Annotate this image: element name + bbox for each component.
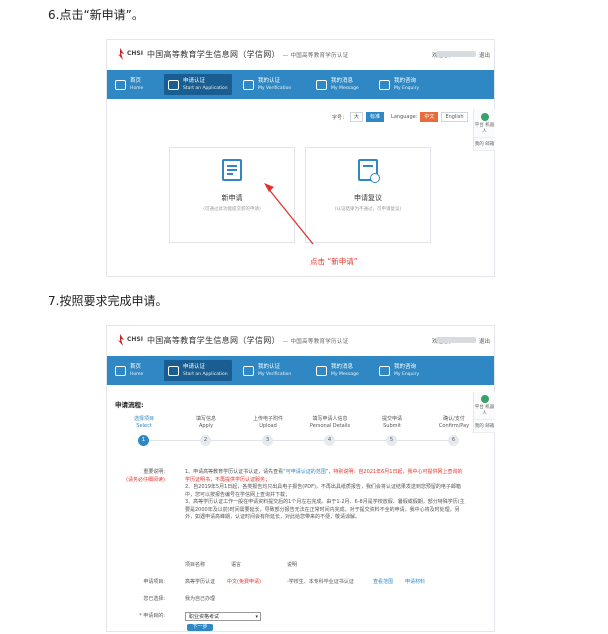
step-circle-5: 5 [386,435,397,446]
notice-line-1: 1、申请高等教育学历认证书认证，请先查看“可申请认证的范围”，特别说明：自202… [185,469,463,483]
table-header-language: 语言 [231,562,242,568]
project-desc: -学校生、本专科毕业证书认证 [287,579,354,585]
scope-link[interactable]: 可申请认证的范围 [286,469,326,475]
step6-heading: 6.点击“新申请”。 [48,8,144,22]
table-header-project: 项目名称 [185,562,206,568]
nav-message[interactable]: 我的消息 My Message [316,360,359,381]
step-name-1: 选择项目 Select [133,416,154,429]
purpose-label: * 申请目的: [139,613,165,619]
notice-line-2: 2、自2019年5月1日起，各类报告均只出具电子报告(PDF)，不再出具纸质报告… [185,484,461,498]
site-title: 中国高等教育学生信息网（学信网） — 中国高等教育学历认证 [147,336,349,345]
step-circle-1: 1 [138,435,149,446]
top-bar: CHSI 中国高等教育学生信息网（学信网） — 中国高等教育学历认证 欢迎您， … [107,326,494,356]
main-nav: 首页 Home 申请认证 Start an Application 我的认证 My V… [107,356,494,385]
nav-enquiry[interactable]: 我的咨询 My Enquiry [379,360,419,381]
message-icon [316,365,327,376]
notice-label: 重要说明: (请务必仔细阅读) [126,469,165,483]
chsi-logo-icon [118,334,124,346]
project-row-label: 申请项目: [143,579,165,585]
step7-heading: 7.按照要求完成申请。 [48,294,168,308]
screenshot-application-form: CHSI 中国高等教育学生信息网（学信网） — 中国高等教育学历认证 欢迎您， … [106,325,495,632]
project-language: 中文(免费申请) [227,579,261,585]
step-progress-line [144,440,456,441]
next-button[interactable]: 下一步 [187,624,213,631]
step-circle-2: 2 [200,435,211,446]
logo-text: CHSI [127,336,143,343]
verification-icon [243,365,254,376]
screenshot-new-application: CHSI 中国高等教育学生信息网（学信网） — 中国高等教育学历认证 欢迎您， … [106,39,495,277]
chevron-down-icon: ▾ [255,614,258,620]
robot-icon [480,395,489,403]
enquiry-icon [379,365,390,376]
username-blurred [436,337,476,343]
step-name-3: 上传电子附件 Upload [252,416,283,429]
robot-label: 平台 机器人 [474,405,495,416]
red-arrow-icon [264,183,314,245]
step-name-6: 确认/支付 Confirm/Pay [438,416,470,429]
agent-value: 我为自己办理 [185,596,216,602]
materials-link[interactable]: 申请材料 [405,579,425,587]
agent-label: 您已选择: [143,596,165,602]
nav-apply[interactable]: 申请认证 Start an Application [164,360,232,381]
apply-icon [168,365,179,376]
flow-title: 申请流程: [115,401,144,409]
notice-line-3: 3、高等学历认证工作一般在申请资料提交后的1个月左右完成。由于1-2月、6-8月… [185,499,465,520]
click-caption: 点击 “新申请” [310,257,358,266]
nav-home[interactable]: 首页 Home [115,360,143,381]
step-name-2: 填写信息 Apply [195,416,216,429]
notice-content: 1、申请高等教育学历认证书认证，请先查看“可申请认证的范围”，特别说明：自202… [185,469,467,522]
step-circle-3: 3 [262,435,273,446]
table-header-desc: 说明 [287,562,298,568]
purpose-select-value: 职业资格考试 [189,614,220,620]
home-icon [115,365,126,376]
step-name-4: 填写申请人信息 Personal Details [309,416,351,429]
purpose-select[interactable]: 职业资格考试 ▾ [185,612,261,621]
nav-verification[interactable]: 我的认证 My Verification [243,360,291,381]
view-scope-link[interactable]: 查看范围 [373,579,393,587]
step-circle-6: 6 [448,435,459,446]
logout-link[interactable]: 退出 [479,337,490,345]
step-circle-4: 4 [324,435,335,446]
step-name-5: 提交申请 Submit [381,416,402,429]
project-name: 高等学历认证 [185,579,216,585]
